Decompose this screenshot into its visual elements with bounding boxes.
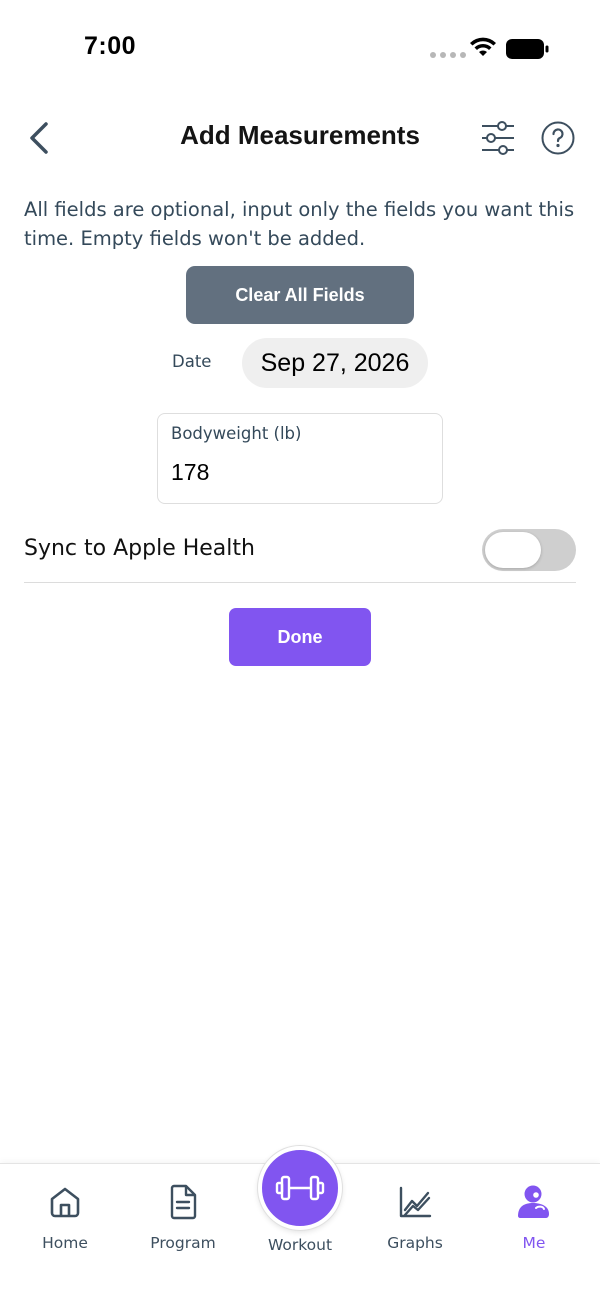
tab-workout[interactable]: Workout [258, 1146, 342, 1254]
tab-program-label: Program [150, 1234, 216, 1252]
tab-graphs-label: Graphs [387, 1234, 443, 1252]
battery-icon [506, 39, 549, 59]
dumbbell-icon [275, 1175, 325, 1201]
tab-workout-label: Workout [267, 1236, 333, 1254]
tab-home-label: Home [42, 1234, 88, 1252]
signal-icon [430, 52, 466, 58]
profile-icon [518, 1185, 549, 1218]
tab-bar: Home Program Workout Graphs Me [0, 1146, 600, 1304]
toggle-knob [485, 532, 541, 568]
instructions-text: All fields are optional, input only the … [24, 198, 575, 250]
settings-button[interactable] [478, 118, 518, 158]
document-icon [170, 1184, 197, 1220]
sync-health-label: Sync to Apple Health [24, 536, 255, 561]
date-label: Date [172, 352, 212, 371]
sliders-icon [482, 121, 514, 155]
bodyweight-input[interactable]: 178 [171, 459, 209, 486]
date-picker[interactable]: Sep 27, 2026 [242, 338, 428, 388]
navigation-header: Add Measurements [0, 100, 600, 176]
tab-me-label: Me [522, 1234, 546, 1252]
status-bar: 7:00 [0, 0, 600, 96]
wifi-icon [470, 37, 496, 56]
sync-health-row: Sync to Apple Health [24, 520, 576, 583]
sync-health-toggle[interactable] [482, 529, 576, 571]
home-icon [50, 1187, 80, 1218]
tab-graphs[interactable]: Graphs [360, 1182, 470, 1252]
graph-icon [399, 1186, 432, 1218]
status-time: 7:00 [84, 32, 137, 60]
tab-home[interactable]: Home [10, 1182, 120, 1252]
done-button[interactable]: Done [229, 608, 371, 666]
workout-button[interactable] [258, 1146, 342, 1230]
help-button[interactable] [540, 120, 576, 156]
help-icon [541, 121, 575, 155]
tab-me[interactable]: Me [479, 1182, 589, 1252]
bodyweight-label: Bodyweight (lb) [171, 424, 302, 443]
bodyweight-field[interactable]: Bodyweight (lb) 178 [157, 413, 443, 504]
tab-program[interactable]: Program [128, 1182, 238, 1252]
clear-all-fields-button[interactable]: Clear All Fields [186, 266, 414, 324]
